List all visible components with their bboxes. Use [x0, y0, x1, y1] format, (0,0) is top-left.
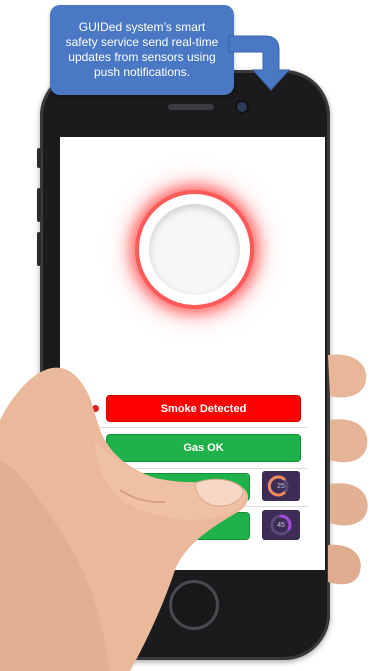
- hand-illustration: [0, 354, 368, 671]
- arrow-down-icon: [228, 35, 291, 91]
- notification-tooltip: GUIDed system’s smart safety service sen…: [50, 5, 234, 95]
- tooltip-text: GUIDed system’s smart safety service sen…: [65, 20, 219, 79]
